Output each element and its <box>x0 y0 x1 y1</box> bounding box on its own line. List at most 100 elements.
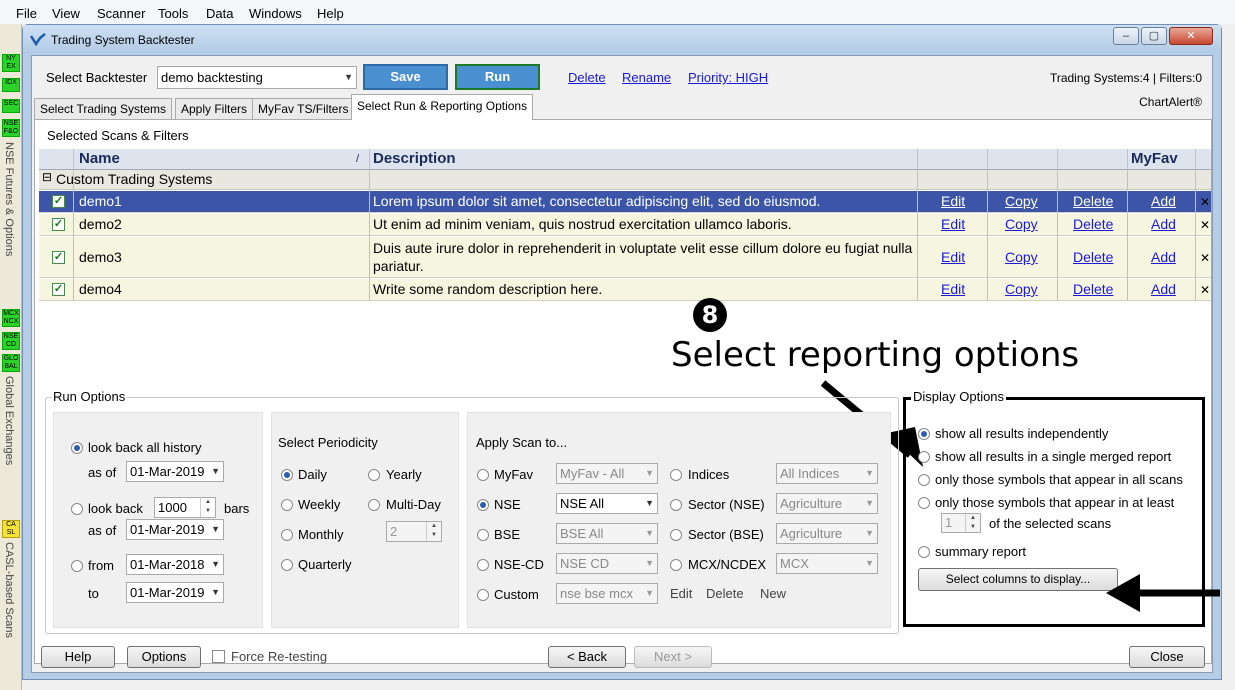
multiday-radio[interactable] <box>368 499 380 511</box>
indices-radio[interactable] <box>670 469 682 481</box>
mcx-select[interactable]: MCX ▼ <box>776 553 878 574</box>
bse-select[interactable]: BSE All ▼ <box>556 523 658 544</box>
exchange-global-icon[interactable]: GLO BAL <box>2 354 20 372</box>
menu-tools[interactable]: Tools <box>158 6 188 21</box>
select-columns-button[interactable]: Select columns to display... <box>918 568 1118 591</box>
stepper-arrows-icon[interactable]: ▲ ▼ <box>965 514 980 532</box>
sector-nse-radio[interactable] <box>670 499 682 511</box>
next-button[interactable]: Next > <box>634 646 712 668</box>
table-row[interactable]: ✓ demo1 Lorem ipsum dolor sit amet, cons… <box>39 191 1211 213</box>
display-independent-radio[interactable] <box>918 428 930 440</box>
quarterly-radio[interactable] <box>281 559 293 571</box>
tab-myfav[interactable]: MyFav TS/Filters <box>252 98 355 120</box>
exchange-nyex-icon[interactable]: NY EX <box>2 54 20 72</box>
nse-radio[interactable] <box>477 499 489 511</box>
as-of-date-picker-2[interactable]: 01-Mar-2019 ▼ <box>126 519 224 540</box>
close-button[interactable]: Close <box>1129 646 1205 668</box>
remove-icon[interactable]: ✕ <box>1200 218 1210 232</box>
column-name[interactable]: Name <box>79 150 120 167</box>
collapse-icon[interactable]: ⊟ <box>42 170 52 184</box>
help-button[interactable]: Help <box>41 646 115 668</box>
stepper-arrows-icon[interactable]: ▲ ▼ <box>426 522 441 541</box>
table-row[interactable]: ✓ demo4 Write some random description he… <box>39 279 1211 301</box>
edit-link[interactable]: Edit <box>941 281 965 297</box>
save-button[interactable]: Save <box>363 64 448 90</box>
priority-link[interactable]: Priority: HIGH <box>688 70 768 85</box>
force-retesting-checkbox[interactable] <box>212 650 225 663</box>
add-myfav-link[interactable]: Add <box>1151 193 1176 209</box>
custom-edit-button[interactable]: Edit <box>670 586 692 601</box>
custom-new-button[interactable]: New <box>760 586 786 601</box>
delete-link[interactable]: Delete <box>568 70 606 85</box>
row-checkbox[interactable]: ✓ <box>52 218 65 231</box>
edit-link[interactable]: Edit <box>941 249 965 265</box>
weekly-radio[interactable] <box>281 499 293 511</box>
lookback-bars-radio[interactable] <box>71 503 83 515</box>
menu-file[interactable]: File <box>16 6 37 21</box>
custom-delete-button[interactable]: Delete <box>706 586 744 601</box>
myfav-select[interactable]: MyFav - All ▼ <box>556 463 658 484</box>
exchange-sec-icon[interactable]: SEC <box>2 99 20 113</box>
menu-help[interactable]: Help <box>317 6 344 21</box>
add-myfav-link[interactable]: Add <box>1151 216 1176 232</box>
edit-link[interactable]: Edit <box>941 216 965 232</box>
add-myfav-link[interactable]: Add <box>1151 281 1176 297</box>
copy-link[interactable]: Copy <box>1005 281 1038 297</box>
row-checkbox[interactable]: ✓ <box>52 251 65 264</box>
table-row[interactable]: ✓ demo2 Ut enim ad minim veniam, quis no… <box>39 214 1211 236</box>
group-custom-trading-systems[interactable]: ⊟ Custom Trading Systems <box>39 170 1211 190</box>
monthly-radio[interactable] <box>281 529 293 541</box>
exchange-idx-icon[interactable]: IDX <box>2 78 20 92</box>
menu-scanner[interactable]: Scanner <box>97 6 145 21</box>
nse-cd-select[interactable]: NSE CD ▼ <box>556 553 658 574</box>
display-at-least-radio[interactable] <box>918 497 930 509</box>
nse-cd-radio[interactable] <box>477 559 489 571</box>
delete-row-link[interactable]: Delete <box>1073 216 1113 232</box>
sector-nse-select[interactable]: Agriculture ▼ <box>776 493 878 514</box>
back-button[interactable]: < Back <box>548 646 626 668</box>
bse-radio[interactable] <box>477 529 489 541</box>
custom-radio[interactable] <box>477 589 489 601</box>
maximize-button[interactable]: ▢ <box>1141 27 1167 45</box>
as-of-date-picker[interactable]: 01-Mar-2019 ▼ <box>126 461 224 482</box>
custom-select[interactable]: nse bse mcx ▼ <box>556 583 658 604</box>
from-date-picker[interactable]: 01-Mar-2018 ▼ <box>126 554 224 575</box>
delete-row-link[interactable]: Delete <box>1073 281 1113 297</box>
remove-icon[interactable]: ✕ <box>1200 251 1210 265</box>
tab-select-trading-systems[interactable]: Select Trading Systems <box>34 98 173 120</box>
stepper-arrows-icon[interactable]: ▲ ▼ <box>200 498 215 517</box>
row-checkbox[interactable]: ✓ <box>52 283 65 296</box>
exchange-casl-icon[interactable]: CA SL <box>2 520 20 538</box>
multiday-stepper[interactable]: 2 ▲ ▼ <box>386 521 442 542</box>
tab-apply-filters[interactable]: Apply Filters <box>175 98 254 120</box>
column-description[interactable]: Description <box>373 150 456 167</box>
menu-data[interactable]: Data <box>206 6 233 21</box>
delete-row-link[interactable]: Delete <box>1073 193 1113 209</box>
nse-select[interactable]: NSE All ▼ <box>556 493 658 514</box>
backtester-select[interactable]: demo backtesting ▼ <box>157 66 357 89</box>
remove-icon[interactable]: ✕ <box>1200 283 1210 297</box>
add-myfav-link[interactable]: Add <box>1151 249 1176 265</box>
from-to-radio[interactable] <box>71 560 83 572</box>
remove-icon[interactable]: ✕ <box>1200 195 1210 209</box>
sector-bse-select[interactable]: Agriculture ▼ <box>776 523 878 544</box>
delete-row-link[interactable]: Delete <box>1073 249 1113 265</box>
myfav-radio[interactable] <box>477 469 489 481</box>
yearly-radio[interactable] <box>368 469 380 481</box>
column-myfav[interactable]: MyFav <box>1131 150 1178 167</box>
title-bar[interactable]: Trading System Backtester – ▢ ✕ <box>23 25 1221 53</box>
run-button[interactable]: Run <box>455 64 540 90</box>
close-window-button[interactable]: ✕ <box>1169 27 1213 45</box>
bars-stepper[interactable]: 1000 ▲ ▼ <box>154 497 216 518</box>
tab-run-reporting[interactable]: Select Run & Reporting Options <box>351 94 534 120</box>
indices-select[interactable]: All Indices ▼ <box>776 463 878 484</box>
minimize-button[interactable]: – <box>1113 27 1139 45</box>
exchange-nse-fo-icon[interactable]: NSE F&O <box>2 119 20 137</box>
copy-link[interactable]: Copy <box>1005 193 1038 209</box>
menu-windows[interactable]: Windows <box>249 6 302 21</box>
edit-link[interactable]: Edit <box>941 193 965 209</box>
to-date-picker[interactable]: 01-Mar-2019 ▼ <box>126 582 224 603</box>
at-least-stepper[interactable]: 1 ▲ ▼ <box>941 513 981 533</box>
options-button[interactable]: Options <box>127 646 201 668</box>
display-merged-radio[interactable] <box>918 451 930 463</box>
